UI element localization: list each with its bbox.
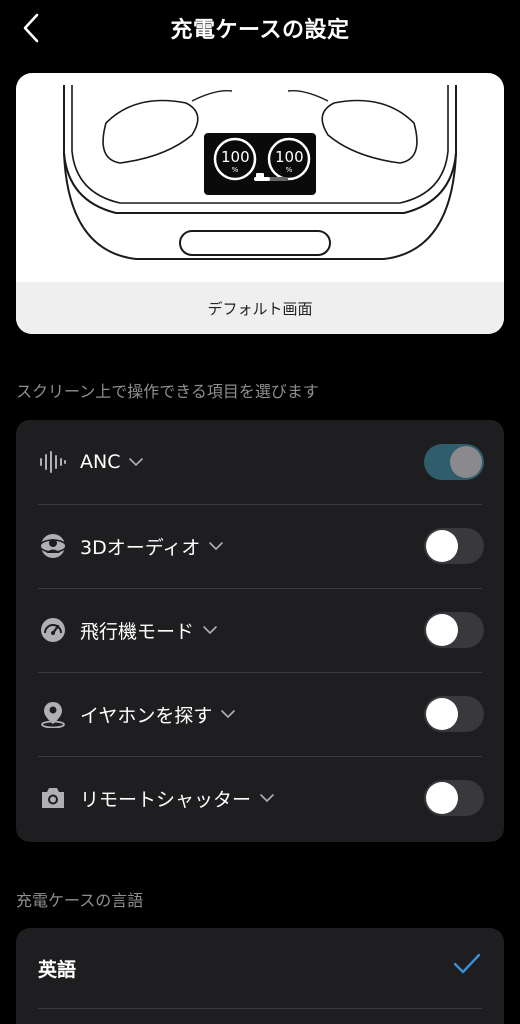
charging-case-illustration	[63, 85, 457, 260]
list-item-anc[interactable]: ANC	[16, 420, 504, 504]
anc-toggle[interactable]	[424, 444, 484, 480]
gauge-icon	[38, 615, 68, 645]
checkmark-icon	[452, 952, 482, 980]
chevron-down-icon[interactable]	[208, 541, 224, 551]
chevron-down-icon[interactable]	[220, 709, 236, 719]
list-item-find-earbuds[interactable]: イヤホンを探す	[16, 672, 504, 756]
3d-audio-toggle[interactable]	[424, 528, 484, 564]
list-item-label: 飛行機モード	[80, 620, 195, 643]
list-item-label: ANC	[80, 451, 121, 473]
right-battery-value: 100	[275, 148, 304, 166]
language-section-label: 充電ケースの言語	[16, 891, 144, 910]
controls-list: ANC 3Dオーディオ 飛行機モード イヤホンを探す リモートシャッター	[16, 420, 504, 842]
camera-icon	[38, 783, 68, 813]
list-item-label: 3Dオーディオ	[80, 536, 201, 559]
list-item-airplane-mode[interactable]: 飛行機モード	[16, 588, 504, 672]
default-screen-preview-card[interactable]: 100 % 100 % デフォルト画面	[16, 73, 504, 334]
left-battery-unit: %	[231, 166, 239, 174]
divider	[38, 1008, 482, 1009]
chevron-down-icon[interactable]	[202, 625, 218, 635]
chevron-down-icon[interactable]	[259, 793, 275, 803]
sound-wave-icon	[38, 447, 68, 477]
controls-section-label: スクリーン上で操作できる項目を選びます	[16, 382, 319, 401]
list-item-label: イヤホンを探す	[80, 704, 213, 727]
airplane-mode-toggle[interactable]	[424, 612, 484, 648]
list-item-label: リモートシャッター	[80, 788, 252, 811]
3d-audio-icon	[38, 531, 68, 561]
chevron-down-icon[interactable]	[128, 457, 144, 467]
find-earbuds-toggle[interactable]	[424, 696, 484, 732]
list-item-remote-shutter[interactable]: リモートシャッター	[16, 756, 504, 840]
location-pin-icon	[38, 699, 68, 729]
language-option-label: 英語	[38, 958, 77, 981]
page-title: 充電ケースの設定	[170, 18, 350, 43]
language-option-english[interactable]: 英語	[16, 928, 504, 1008]
remote-shutter-toggle[interactable]	[424, 780, 484, 816]
charging-case-settings-screen: 充電ケースの設定 100 % 100 % デフォルト画面 スクリーン上で操作でき…	[0, 0, 520, 1024]
language-list: 英語	[16, 928, 504, 1024]
left-battery-value: 100	[221, 148, 250, 166]
right-battery-unit: %	[285, 166, 293, 174]
nav-header: 充電ケースの設定	[0, 0, 520, 56]
list-item-3d-audio[interactable]: 3Dオーディオ	[16, 504, 504, 588]
preview-caption: デフォルト画面	[16, 282, 504, 334]
